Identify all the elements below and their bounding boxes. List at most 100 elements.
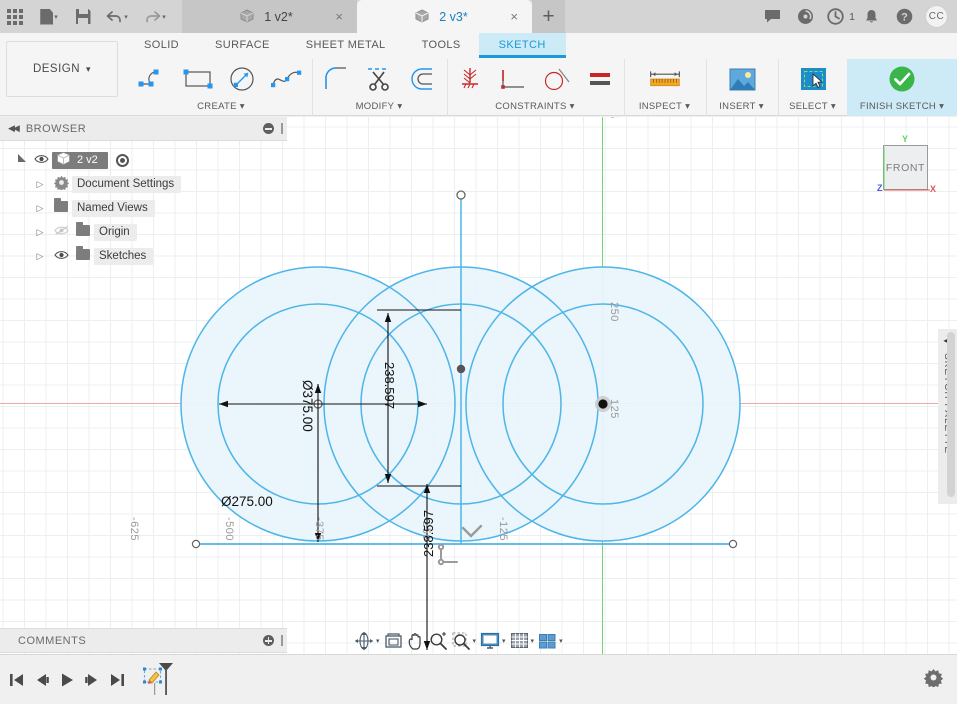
comments-icon[interactable]: [756, 0, 789, 33]
visibility-eye-off-icon[interactable]: [50, 225, 72, 239]
undo-icon: [106, 10, 122, 22]
comments-panel-header[interactable]: COMMENTS: [0, 628, 287, 653]
browser-item-document-settings[interactable]: ▷ Document Settings: [0, 172, 287, 196]
new-file-button[interactable]: ▾: [30, 0, 68, 33]
dim-label-238-lower[interactable]: 238.597: [421, 510, 436, 557]
ribbon-group-insert-label[interactable]: INSERT ▾: [707, 101, 776, 112]
tab-sheet-metal[interactable]: SHEET METAL: [288, 33, 404, 58]
pan-icon[interactable]: [405, 628, 427, 654]
document-tab-1[interactable]: 1 v2* ×: [182, 0, 357, 33]
chevron-down-icon[interactable]: ▾: [502, 637, 506, 645]
save-button[interactable]: [68, 0, 98, 33]
tab-tools[interactable]: TOOLS: [404, 33, 479, 58]
ribbon-group-create-label[interactable]: CREATE ▾: [132, 101, 310, 112]
comments-resize-grip[interactable]: [281, 635, 283, 646]
grid-label-125: 125: [608, 399, 620, 419]
chevron-right-icon[interactable]: ▷: [30, 179, 50, 190]
timeline-go-to-beginning-button[interactable]: [4, 655, 29, 704]
finish-sketch-button[interactable]: [880, 59, 924, 99]
document-tab-1-label: 1 v2*: [264, 9, 293, 24]
help-icon[interactable]: ?: [888, 0, 921, 33]
spline-tool-button[interactable]: [264, 59, 308, 99]
collapse-icon[interactable]: ◀◀: [8, 123, 20, 134]
redo-icon: [146, 10, 161, 22]
look-at-icon[interactable]: [382, 628, 405, 654]
line-tool-button[interactable]: [132, 59, 176, 99]
undo-button[interactable]: ▾: [98, 0, 136, 33]
measure-tool-button[interactable]: [643, 59, 687, 99]
circle-tool-button[interactable]: [220, 59, 264, 99]
ribbon-group-modify-label[interactable]: MODIFY ▾: [313, 101, 445, 112]
jobs-status-icon[interactable]: [822, 0, 848, 33]
trim-tool-button[interactable]: [357, 59, 401, 99]
coincident-constraint-button[interactable]: [492, 59, 536, 99]
browser-item-named-views[interactable]: ▷ Named Views: [0, 196, 287, 220]
canvas-vertical-scrollbar[interactable]: [947, 332, 955, 497]
select-tool-button[interactable]: [791, 59, 835, 99]
browser-root-row[interactable]: 2 v2: [0, 148, 287, 172]
avatar[interactable]: CC: [925, 5, 948, 28]
grid-snaps-icon[interactable]: ▾: [508, 628, 537, 654]
offset-tool-button[interactable]: [401, 59, 445, 99]
fix-constraint-button[interactable]: [448, 59, 492, 99]
visibility-eye-icon[interactable]: [30, 154, 52, 167]
chevron-right-icon[interactable]: ▷: [30, 251, 50, 262]
add-comment-icon[interactable]: [263, 635, 274, 646]
grid-label-375: 5: [607, 117, 619, 119]
timeline-settings-gear-icon[interactable]: [923, 668, 944, 692]
chevron-down-icon[interactable]: ▾: [559, 637, 563, 645]
chevron-down-icon: ▾: [685, 101, 691, 112]
timeline-step-forward-button[interactable]: [79, 655, 104, 704]
browser-collapse-all-icon[interactable]: [263, 123, 274, 134]
insert-image-button[interactable]: [720, 59, 764, 99]
ribbon-group-finish-sketch-label[interactable]: FINISH SKETCH ▾: [847, 101, 957, 112]
new-tab-button[interactable]: +: [532, 0, 565, 33]
close-icon[interactable]: ×: [335, 9, 343, 24]
browser-item-origin[interactable]: ▷ Origin: [0, 220, 287, 244]
tab-sketch[interactable]: SKETCH: [478, 33, 566, 58]
redo-button[interactable]: ▾: [136, 0, 174, 33]
tangent-constraint-button[interactable]: [535, 59, 579, 99]
fillet-tool-button[interactable]: [313, 59, 357, 99]
cube-icon: [56, 151, 71, 169]
expand-triangle-icon[interactable]: [14, 153, 30, 167]
notifications-bell-icon[interactable]: [855, 0, 888, 33]
activate-component-icon[interactable]: [115, 153, 129, 167]
browser-item-label: Named Views: [72, 199, 155, 217]
orbit-icon[interactable]: ▾: [352, 628, 382, 654]
browser-root-chip[interactable]: 2 v2: [52, 151, 108, 169]
equal-constraint-button[interactable]: [579, 59, 623, 99]
chevron-down-icon[interactable]: ▾: [473, 637, 477, 645]
timeline-step-back-button[interactable]: [29, 655, 54, 704]
document-tab-2[interactable]: 2 v3* ×: [357, 0, 532, 33]
visibility-eye-icon[interactable]: [50, 250, 72, 263]
svg-text:?: ?: [901, 12, 908, 24]
view-cube[interactable]: FRONT Y X Z: [877, 134, 939, 201]
workspace-switcher[interactable]: DESIGN ▾: [6, 41, 118, 97]
timeline-sketch-feature[interactable]: [143, 662, 179, 697]
tab-solid[interactable]: SOLID: [126, 33, 197, 58]
zoom-window-icon[interactable]: ▾: [450, 628, 479, 654]
chevron-right-icon[interactable]: ▷: [30, 227, 50, 238]
ribbon-group-constraints-label[interactable]: CONSTRAINTS ▾: [448, 101, 622, 112]
timeline-go-to-end-button[interactable]: [104, 655, 129, 704]
close-icon[interactable]: ×: [510, 9, 518, 24]
chevron-right-icon[interactable]: ▷: [30, 203, 50, 214]
dim-label-diameter-375[interactable]: Ø375.00: [300, 380, 315, 432]
chevron-down-icon[interactable]: ▾: [531, 637, 535, 645]
rectangle-tool-button[interactable]: [176, 59, 220, 99]
browser-item-sketches[interactable]: ▷ Sketches: [0, 244, 287, 268]
share-icon[interactable]: [789, 0, 822, 33]
chevron-down-icon[interactable]: ▾: [376, 637, 380, 645]
view-cube-face[interactable]: FRONT: [883, 145, 928, 190]
display-settings-icon[interactable]: ▾: [478, 628, 508, 654]
tab-surface[interactable]: SURFACE: [197, 33, 288, 58]
browser-resize-grip[interactable]: [281, 123, 283, 134]
timeline-play-button[interactable]: [54, 655, 79, 704]
ribbon-group-inspect-label[interactable]: INSPECT ▾: [625, 101, 704, 112]
dim-label-238-upper[interactable]: 238.597: [382, 362, 397, 409]
viewports-icon[interactable]: ▾: [536, 628, 565, 654]
ribbon-group-select-label[interactable]: SELECT ▾: [779, 101, 846, 112]
app-launcher-icon[interactable]: [0, 0, 30, 33]
zoom-icon[interactable]: [427, 628, 450, 654]
